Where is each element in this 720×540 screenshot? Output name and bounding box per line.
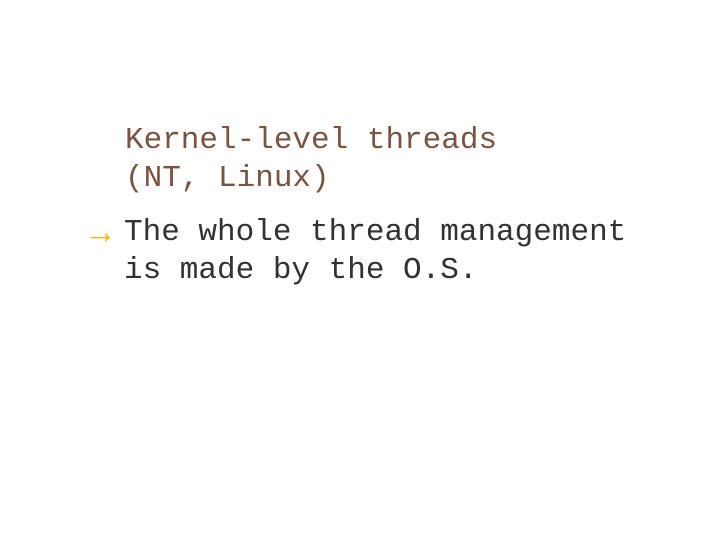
title-line-2: (NT, Linux) [125, 160, 665, 198]
title-line-1: Kernel-level threads [125, 122, 665, 160]
arrow-right-icon: → [84, 214, 124, 250]
slide-body: → The whole thread management is made by… [84, 214, 644, 290]
slide-title: Kernel-level threads (NT, Linux) [125, 122, 665, 198]
bullet-item: → The whole thread management is made by… [84, 214, 644, 290]
bullet-text: The whole thread management is made by t… [124, 214, 644, 290]
slide: Kernel-level threads (NT, Linux) → The w… [0, 0, 720, 540]
